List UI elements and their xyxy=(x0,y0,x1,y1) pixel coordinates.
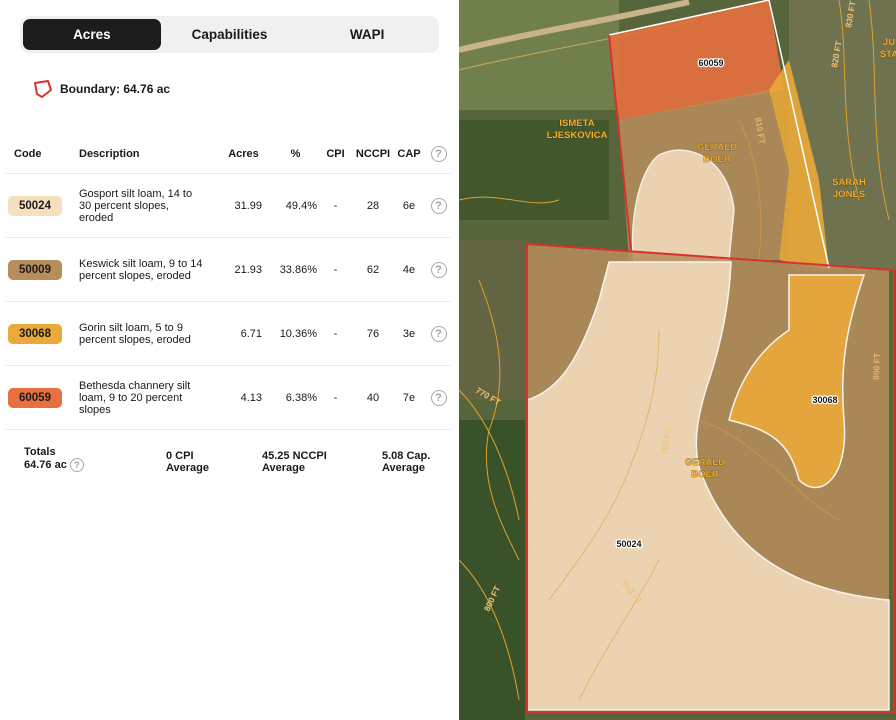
map-soil-label: 50024 xyxy=(616,539,641,549)
soil-acres: 6.71 xyxy=(240,327,262,340)
totals-row: Totals 64.76 ac? 0 CPI Average 45.25 NCC… xyxy=(24,446,444,478)
totals-cap-value: 5.08 Cap. xyxy=(382,450,431,462)
totals-cap-sub: Average xyxy=(382,462,426,474)
map-owner-label: JU xyxy=(883,37,895,48)
totals-cap: 5.08 Cap. Average xyxy=(382,450,430,474)
header-description: Description xyxy=(79,147,140,160)
map-canvas[interactable]: 60059 30068 50024 ISMETA LJESKOVICA GERA… xyxy=(459,0,896,720)
map-owner-label: SARAH xyxy=(832,177,866,188)
field-patch xyxy=(459,0,619,110)
soil-cap: 3e xyxy=(402,327,416,340)
forest-patch xyxy=(459,420,525,720)
map-owner-label: BOER xyxy=(703,154,731,165)
map-contour-label: 800 FT xyxy=(871,352,882,380)
soil-nccpi: 62 xyxy=(366,263,380,276)
map-owner-label: LJESKOVICA xyxy=(547,130,608,141)
soil-cpi: - xyxy=(333,327,338,340)
header-cap: CAP xyxy=(397,147,421,160)
polygon-boundary-icon xyxy=(34,80,52,98)
soil-percent: 33.86% xyxy=(279,263,317,276)
header-code: Code xyxy=(14,147,42,160)
soil-acres: 21.93 xyxy=(234,263,262,276)
soil-cap: 4e xyxy=(402,263,416,276)
soil-percent: 6.38% xyxy=(285,391,317,404)
question-circle-icon[interactable]: ? xyxy=(430,325,447,342)
soil-description: Gosport silt loam, 14 to 30 percent slop… xyxy=(79,187,193,224)
question-circle-icon[interactable]: ? xyxy=(430,261,447,278)
map-owner-label: BOER xyxy=(691,469,719,480)
soil-nccpi: 28 xyxy=(366,199,380,212)
soil-description: Gorin silt loam, 5 to 9 percent slopes, … xyxy=(79,321,191,346)
header-nccpi: NCCPI xyxy=(355,147,391,160)
totals-nccpi-value: 45.25 NCCPI xyxy=(262,450,327,462)
soil-cpi: - xyxy=(333,199,338,212)
tab-capabilities[interactable]: Capabilities xyxy=(161,19,299,50)
totals-label: Totals xyxy=(24,446,56,458)
totals-cpi-value: 0 CPI xyxy=(166,450,194,462)
header-cpi: CPI xyxy=(326,147,345,160)
totals-cpi: 0 CPI Average xyxy=(166,450,209,474)
map-soil-label: 30068 xyxy=(812,395,837,405)
map-owner-label: STA xyxy=(880,49,896,60)
totals-acres-value: 64.76 ac xyxy=(24,458,67,471)
header-acres: Acres xyxy=(228,147,259,160)
soil-nccpi: 76 xyxy=(366,327,380,340)
table-row[interactable]: 50009 Keswick silt loam, 9 to 14 percent… xyxy=(6,238,451,302)
table-header: Code Description Acres % CPI NCCPI CAP ? xyxy=(6,134,451,174)
soil-description: Bethesda channery silt loam, 9 to 20 per… xyxy=(79,379,191,416)
soil-code-badge: 60059 xyxy=(8,387,62,408)
map-owner-label: ISMETA xyxy=(559,118,594,129)
map-owner-label: GERALD xyxy=(685,457,725,468)
table-row[interactable]: 30068 Gorin silt loam, 5 to 9 percent sl… xyxy=(6,302,451,366)
left-panel: Acres Capabilities WAPI Boundary: 64.76 … xyxy=(0,0,459,720)
table-row[interactable]: 50024 Gosport silt loam, 14 to 30 percen… xyxy=(6,174,451,238)
soil-map[interactable]: 60059 30068 50024 ISMETA LJESKOVICA GERA… xyxy=(459,0,896,720)
soil-percent: 10.36% xyxy=(279,327,317,340)
boundary-text: Boundary: 64.76 ac xyxy=(60,82,171,96)
question-circle-icon[interactable]: ? xyxy=(430,197,447,214)
soil-code-badge: 50009 xyxy=(8,259,62,280)
totals-cpi-sub: Average xyxy=(166,462,210,474)
totals-nccpi: 45.25 NCCPI Average xyxy=(262,450,327,474)
totals-nccpi-sub: Average xyxy=(262,462,306,474)
tab-wapi[interactable]: WAPI xyxy=(298,19,436,50)
map-owner-label: JONES xyxy=(833,189,865,200)
soil-table: Code Description Acres % CPI NCCPI CAP ?… xyxy=(6,134,451,430)
question-circle-icon[interactable]: ? xyxy=(430,145,447,162)
soil-code-badge: 50024 xyxy=(8,195,62,216)
soil-acres: 4.13 xyxy=(240,391,262,404)
map-soil-label: 60059 xyxy=(698,58,723,68)
tab-acres[interactable]: Acres xyxy=(23,19,161,50)
question-circle-icon[interactable]: ? xyxy=(430,389,447,406)
header-percent: % xyxy=(290,147,301,160)
table-row[interactable]: 60059 Bethesda channery silt loam, 9 to … xyxy=(6,366,451,430)
soil-code-badge: 30068 xyxy=(8,323,62,344)
tab-bar: Acres Capabilities WAPI xyxy=(20,16,439,53)
boundary-summary: Boundary: 64.76 ac xyxy=(32,78,170,100)
soil-cap: 7e xyxy=(402,391,416,404)
soil-cap: 6e xyxy=(402,199,416,212)
map-owner-label: GERALD xyxy=(697,142,737,153)
soil-percent: 49.4% xyxy=(285,199,317,212)
totals-acres: Totals 64.76 ac? xyxy=(24,446,84,472)
soil-cpi: - xyxy=(333,391,338,404)
field-patch xyxy=(459,240,529,400)
question-circle-icon[interactable]: ? xyxy=(69,458,84,472)
soil-nccpi: 40 xyxy=(366,391,380,404)
soil-description: Keswick silt loam, 9 to 14 percent slope… xyxy=(79,257,203,282)
soil-acres: 31.99 xyxy=(234,199,262,212)
soil-cpi: - xyxy=(333,263,338,276)
